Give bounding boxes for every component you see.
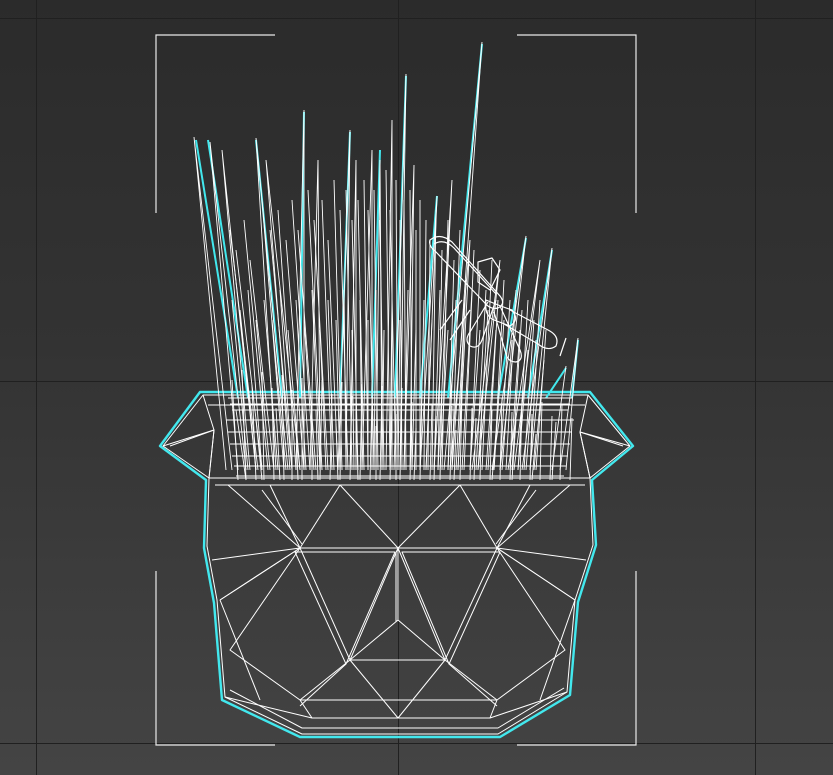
dragonfly-wireframe bbox=[429, 235, 567, 363]
viewport-3d[interactable] bbox=[0, 0, 833, 775]
grass-wireframe bbox=[193, 41, 579, 481]
viewport-canvas[interactable] bbox=[0, 0, 833, 775]
pot-wireframe bbox=[162, 394, 631, 735]
viewport-grid bbox=[0, 0, 833, 775]
